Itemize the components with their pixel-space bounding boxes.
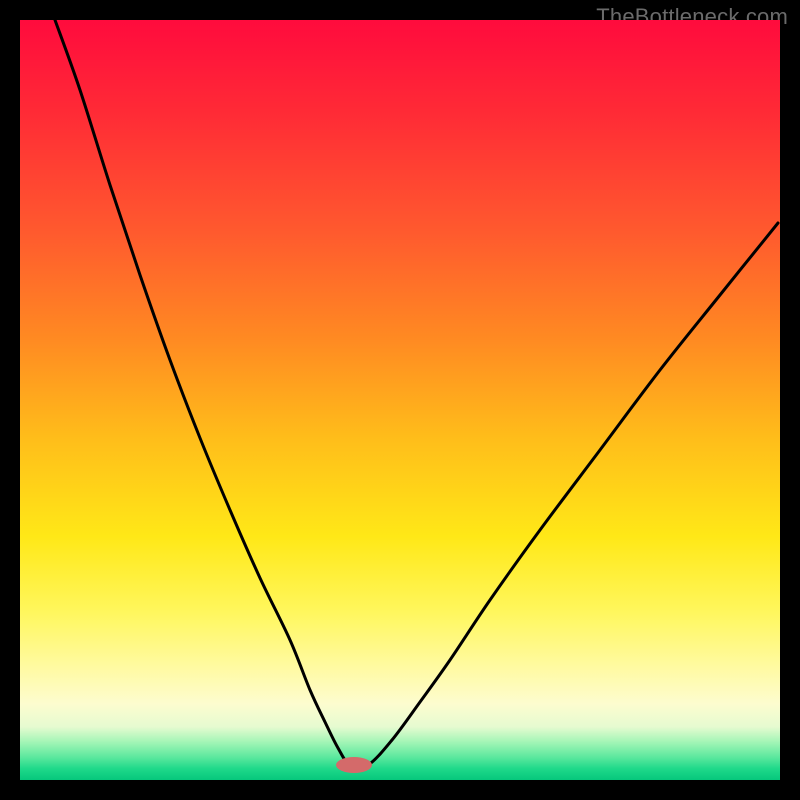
plot-area	[20, 20, 780, 780]
curve-layer	[20, 20, 780, 780]
bottleneck-curve	[55, 20, 778, 768]
chart-stage: TheBottleneck.com	[0, 0, 800, 800]
optimal-point-marker	[336, 757, 372, 773]
